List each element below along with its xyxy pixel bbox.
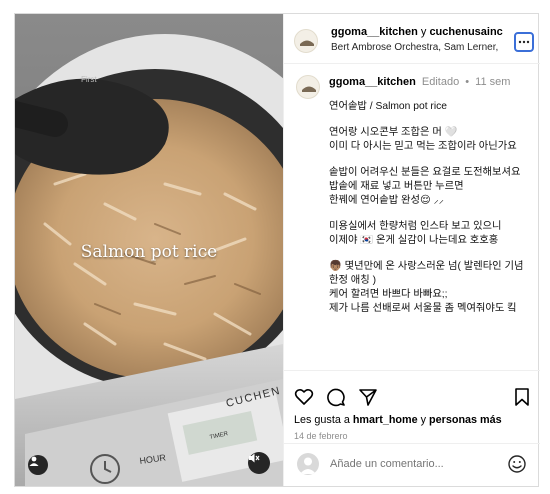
caption-username[interactable]: ggoma__kitchen bbox=[329, 76, 416, 88]
caption-line: 제가 나름 선배로써 서울물 좀 멕여줘야도 킼 bbox=[329, 303, 517, 314]
smiley-icon[interactable] bbox=[507, 454, 527, 474]
caption-line: 이미 다 아시는 믿고 먹는 조합이라 아닌가요 bbox=[329, 141, 517, 152]
author-avatar[interactable] bbox=[294, 29, 318, 53]
caption-line: 연어랑 시오콘부 조합은 머 🤍 bbox=[329, 127, 458, 138]
caption-line: 연어솥밥 / Salmon pot rice bbox=[329, 101, 448, 112]
caption-meta: ggoma__kitchen Editado • 11 sem bbox=[329, 76, 510, 88]
post-date[interactable]: 14 de febrero bbox=[294, 431, 348, 441]
add-comment-bar bbox=[284, 443, 540, 486]
default-user-icon bbox=[300, 457, 316, 474]
caption-line: 한정 애칭 ) bbox=[329, 275, 377, 286]
pot-label-text: First bbox=[81, 75, 97, 84]
likes-summary: Les gusta a hmart_home y personas más bbox=[294, 414, 502, 426]
video-caption-overlay: Salmon pot rice bbox=[80, 242, 218, 262]
post-side-panel: ggoma__kitchen y cuchenusainc Bert Ambro… bbox=[283, 14, 540, 486]
caption-line: 👦🏽 몇년만에 온 사랑스러운 넘( 발렌타인 기념 bbox=[329, 261, 524, 272]
likes-prefix: Les gusta a bbox=[294, 414, 350, 426]
more-options-button[interactable] bbox=[514, 32, 534, 52]
caption-line: 솥밥이 어려우신 분들은 요걸로 도전해보셔요 bbox=[329, 167, 521, 178]
mute-toggle-button[interactable] bbox=[248, 452, 270, 474]
liked-by-others-link[interactable]: personas más bbox=[429, 414, 502, 426]
tagged-users-button[interactable] bbox=[28, 455, 48, 475]
caption-line: 이제야 🇰🇷 온게 실감이 나는데요 호호홍 bbox=[329, 235, 499, 246]
caption-author-avatar[interactable] bbox=[296, 75, 320, 99]
speaker-muted-icon bbox=[249, 453, 260, 463]
pot-logo-icon bbox=[300, 40, 314, 46]
caption-line: 밥솥에 재료 넣고 버튼만 누르면 bbox=[329, 181, 464, 192]
more-dots-icon bbox=[518, 40, 530, 44]
comment-input[interactable] bbox=[330, 458, 480, 470]
instagram-post-modal: First HOUR TIMER CUCHEN Salmon pot rice bbox=[14, 13, 540, 487]
author-link-primary[interactable]: ggoma__kitchen bbox=[331, 26, 418, 38]
post-authors: ggoma__kitchen y cuchenusainc bbox=[331, 26, 503, 38]
meta-separator: • bbox=[465, 76, 470, 88]
authors-connector: y bbox=[420, 26, 427, 38]
user-silhouette-icon bbox=[29, 456, 39, 466]
caption-line: 케어 할려면 바쁘다 바빠요;; bbox=[329, 289, 448, 300]
comment-bubble-icon[interactable] bbox=[326, 387, 346, 407]
pot-logo-icon bbox=[302, 86, 316, 92]
liked-by-user-link[interactable]: hmart_home bbox=[353, 414, 418, 426]
post-media-video[interactable]: First HOUR TIMER CUCHEN Salmon pot rice bbox=[15, 14, 283, 486]
author-link-secondary[interactable]: cuchenusainc bbox=[429, 26, 502, 38]
bookmark-icon[interactable] bbox=[512, 387, 532, 407]
caption-line: 한꿰에 연어솥밥 완성😌 ⸝⸝ bbox=[329, 195, 444, 206]
edited-label: Editado bbox=[421, 76, 460, 88]
post-header: ggoma__kitchen y cuchenusainc Bert Ambro… bbox=[284, 14, 540, 64]
heart-icon[interactable] bbox=[294, 387, 314, 407]
likes-connector: y bbox=[420, 414, 427, 426]
viewer-avatar bbox=[297, 453, 319, 475]
caption-line: 미용실에서 한량처럼 인스타 보고 있으니 bbox=[329, 221, 502, 232]
post-age[interactable]: 11 sem bbox=[475, 76, 510, 88]
audio-track-link[interactable]: Bert Ambrose Orchestra, Sam Lerner, ... bbox=[331, 42, 499, 53]
paper-plane-icon[interactable] bbox=[358, 387, 378, 407]
